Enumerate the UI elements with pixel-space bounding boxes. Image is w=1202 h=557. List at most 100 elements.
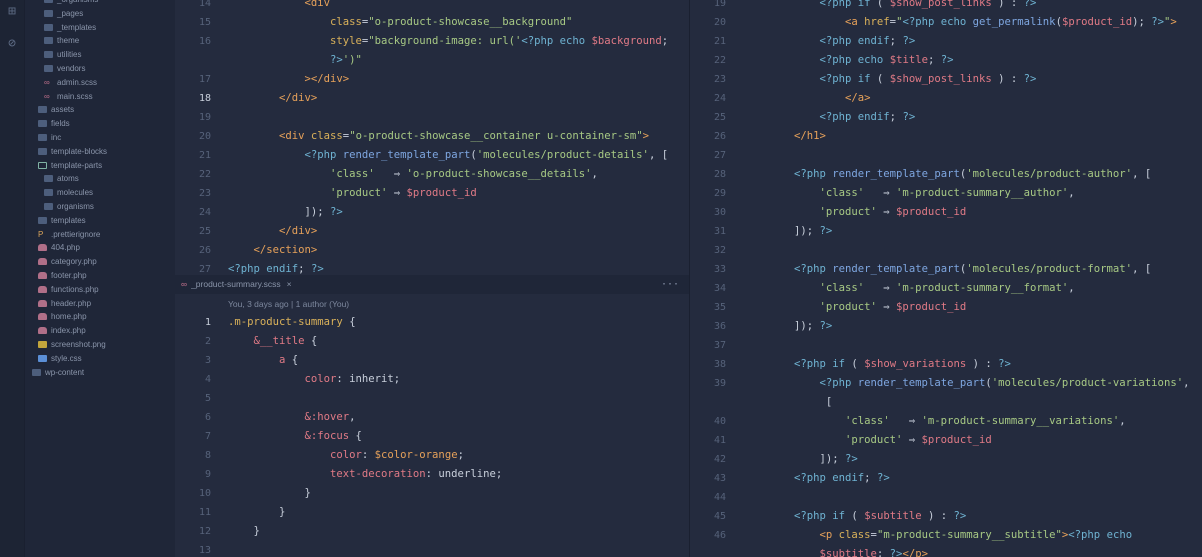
- code-line[interactable]: <?php if ( $show_post_links ) : ?>: [820, 0, 1037, 13]
- code-line[interactable]: style="background-image: url('<?php echo…: [330, 32, 668, 51]
- code-line[interactable]: <?php if ( $show_post_links ) : ?>: [820, 70, 1037, 89]
- code-line[interactable]: &:focus {: [305, 427, 362, 446]
- code-line[interactable]: <?php if ( $show_variations ) : ?>: [794, 355, 1011, 374]
- explorer-item[interactable]: header.php: [38, 297, 91, 310]
- code-line[interactable]: <div: [305, 0, 331, 13]
- code-line[interactable]: color: inherit;: [305, 370, 401, 389]
- explorer-item[interactable]: wp-content: [32, 366, 84, 379]
- editor-right[interactable]: 19 <?php if ( $show_post_links ) : ?> 20 <a…: [690, 0, 1202, 557]
- explorer-item[interactable]: assets: [38, 103, 74, 116]
- code-line[interactable]: &:hover,: [305, 408, 356, 427]
- code-line[interactable]: ></div>: [305, 70, 350, 89]
- code-line[interactable]: text-decoration: underline;: [330, 465, 502, 484]
- code-line[interactable]: 'class' ⇒ 'm-product-summary__format',: [820, 279, 1075, 298]
- code-line[interactable]: <?php render_template_part('molecules/pr…: [820, 374, 1190, 393]
- explorer-item[interactable]: utilities: [44, 48, 81, 61]
- code-line[interactable]: [: [820, 393, 832, 412]
- code-line[interactable]: ]); ?>: [794, 317, 832, 336]
- code-line[interactable]: <a href="<?php echo get_permalink($produ…: [845, 13, 1177, 32]
- explorer-item-label: molecules: [57, 188, 94, 198]
- code-line[interactable]: 'product' ⇒ $product_id: [330, 184, 477, 203]
- remote-icon[interactable]: ⊘: [4, 36, 20, 52]
- explorer-item[interactable]: templates: [38, 214, 86, 227]
- explorer-item[interactable]: _pages: [44, 7, 83, 20]
- code-line[interactable]: ?>')": [330, 51, 362, 70]
- code-line[interactable]: </div>: [279, 89, 317, 108]
- code-token: <?php: [902, 16, 935, 28]
- close-icon[interactable]: ×: [287, 279, 292, 289]
- code-line[interactable]: 'product' ⇒ $product_id: [845, 431, 992, 450]
- code-line[interactable]: ]); ?>: [820, 450, 858, 469]
- code-token: <?php: [794, 358, 826, 370]
- code-line[interactable]: <?php endif; ?>: [794, 469, 890, 488]
- code-line[interactable]: </h1>: [794, 127, 826, 146]
- code-token: ?>: [1023, 0, 1037, 9]
- explorer-item[interactable]: _templates: [44, 21, 96, 34]
- code-line[interactable]: }: [254, 522, 260, 541]
- code-line[interactable]: <?php endif; ?>: [820, 32, 916, 51]
- explorer-item[interactable]: home.php: [38, 310, 87, 323]
- code-line[interactable]: </section>: [254, 241, 318, 260]
- code-line[interactable]: &__title {: [254, 332, 318, 351]
- code-line[interactable]: <?php if ( $subtitle ) : ?>: [794, 507, 966, 526]
- code-line[interactable]: </a>: [845, 89, 871, 108]
- code-token: ?>: [330, 54, 343, 66]
- more-actions-icon[interactable]: ···: [661, 275, 679, 294]
- code-line[interactable]: <p class="m-product-summary__subtitle"><…: [820, 526, 1133, 545]
- code-line[interactable]: <?php endif; ?>: [228, 260, 324, 275]
- explorer-item[interactable]: molecules: [44, 186, 93, 199]
- code-line[interactable]: <?php render_template_part('molecules/pr…: [794, 260, 1151, 279]
- explorer-item[interactable]: category.php: [38, 255, 97, 268]
- code-line[interactable]: <?php endif; ?>: [820, 108, 916, 127]
- explorer-item[interactable]: vendors: [44, 62, 85, 75]
- code-line[interactable]: 'product' ⇒ $product_id: [820, 203, 967, 222]
- explorer-item[interactable]: index.php: [38, 324, 86, 337]
- code-line[interactable]: <div class="o-product-showcase__containe…: [279, 127, 649, 146]
- code-line[interactable]: 'class' ⇒ 'm-product-summary__variations…: [845, 412, 1126, 431]
- code-line[interactable]: ]); ?>: [794, 222, 832, 241]
- code-line[interactable]: }: [279, 503, 285, 522]
- explorer-item[interactable]: fields: [38, 117, 70, 130]
- explorer-item[interactable]: style.css: [38, 352, 82, 365]
- extensions-icon[interactable]: ⊞: [4, 4, 20, 20]
- editor-bottom-left[interactable]: 1 .m-product-summary {2 &__title {3 a {4 col…: [175, 294, 689, 557]
- tab-product-summary-scss[interactable]: ∞ _product-summary.scss ×: [181, 275, 292, 294]
- explorer-item[interactable]: ∞ main.scss: [44, 90, 93, 103]
- explorer-item-label: main.scss: [57, 91, 93, 101]
- code-line[interactable]: 'class' ⇒ 'o-product-showcase__details',: [330, 165, 598, 184]
- code-line[interactable]: color: $color-orange;: [330, 446, 464, 465]
- explorer-item[interactable]: template-blocks: [38, 145, 107, 158]
- explorer-item[interactable]: ∞ admin.scss: [44, 76, 97, 89]
- explorer-item[interactable]: 404.php: [38, 241, 80, 254]
- code-line[interactable]: </div>: [279, 222, 317, 241]
- code-line[interactable]: .m-product-summary {: [228, 313, 356, 332]
- explorer-item[interactable]: functions.php: [38, 283, 99, 296]
- explorer-item[interactable]: inc: [38, 131, 61, 144]
- code-line[interactable]: $subtitle; ?></p>: [820, 545, 928, 557]
- explorer-item[interactable]: atoms: [44, 172, 79, 185]
- explorer-item[interactable]: footer.php: [38, 269, 87, 282]
- code-line[interactable]: class="o-product-showcase__background": [330, 13, 572, 32]
- explorer-item[interactable]: theme: [44, 34, 79, 47]
- code-token: $product_id: [921, 434, 992, 446]
- explorer-item[interactable]: screenshot.png: [38, 338, 106, 351]
- git-blame-annotation[interactable]: You, 3 days ago | 1 author (You): [228, 298, 349, 311]
- code-line[interactable]: }: [305, 484, 311, 503]
- code-line[interactable]: <?php render_template_part('molecules/pr…: [305, 146, 669, 165]
- code-line[interactable]: <?php render_template_part('molecules/pr…: [794, 165, 1151, 184]
- line-number: 17: [198, 74, 211, 85]
- line-number: 38: [713, 359, 726, 370]
- explorer-item[interactable]: template-parts: [38, 159, 102, 172]
- explorer-item[interactable]: _organisms: [44, 0, 98, 6]
- code-token: </div>: [279, 225, 318, 237]
- code-token: ]);: [819, 453, 846, 465]
- code-line[interactable]: 'product' ⇒ $product_id: [820, 298, 967, 317]
- code-line[interactable]: 'class' ⇒ 'm-product-summary__author',: [820, 184, 1075, 203]
- explorer-item[interactable]: organisms: [44, 200, 94, 213]
- code-line[interactable]: ]); ?>: [305, 203, 343, 222]
- code-token: ?>: [902, 35, 916, 47]
- code-line[interactable]: <?php echo $title; ?>: [820, 51, 954, 70]
- explorer-item[interactable]: P .prettierignore: [38, 228, 100, 241]
- code-line[interactable]: a {: [279, 351, 298, 370]
- editor-top-left[interactable]: 14 <div 15 class="o-product-showcase__backg…: [175, 0, 689, 275]
